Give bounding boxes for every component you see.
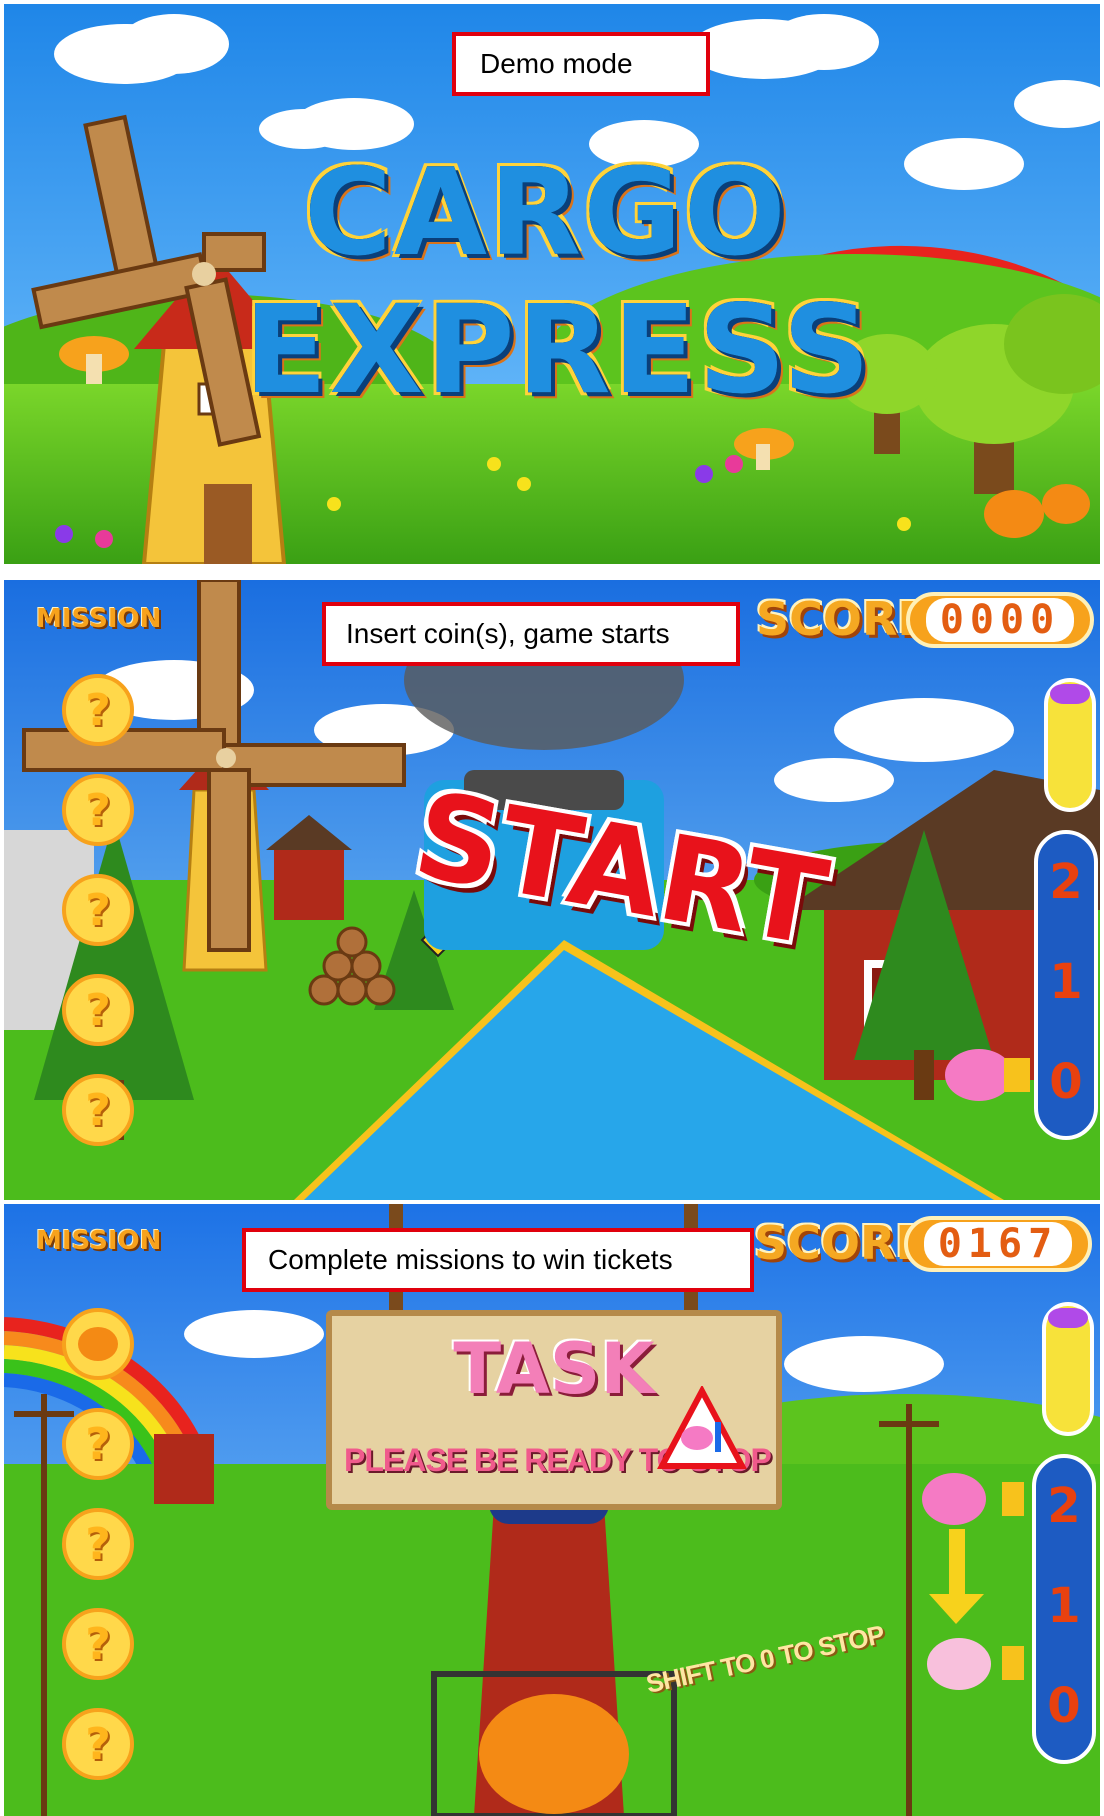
- gear-2: 2: [1047, 1478, 1081, 1534]
- mission-label: MISSION: [36, 604, 162, 634]
- power-meter-icon: [1044, 678, 1096, 812]
- question-mark-icon: ?: [85, 1084, 111, 1136]
- task-panel: MISSION ? ? ? ? SCORE 0167 TASK PLEASE B…: [4, 1204, 1100, 1816]
- power-meter-icon: [1042, 1302, 1094, 1436]
- task-scene-background: [4, 1204, 1100, 1816]
- question-mark-icon: ?: [85, 984, 111, 1036]
- gear-0: 0: [1049, 1054, 1083, 1110]
- gear-indicator: 2 1 0: [1032, 1454, 1096, 1764]
- question-mark-icon: ?: [85, 1618, 111, 1670]
- gear-0: 0: [1047, 1678, 1081, 1734]
- question-mark-icon: ?: [85, 884, 111, 936]
- game-logo-line2: EXPRESS: [244, 279, 873, 421]
- question-mark-icon: ?: [85, 684, 111, 736]
- mission-slot-2: ?: [57, 1403, 139, 1485]
- game-logo-line1: CARGO: [304, 144, 788, 283]
- score-value: 0167: [923, 1222, 1073, 1266]
- mission-slot-5: ?: [57, 1703, 139, 1785]
- caption-complete-missions: Complete missions to win tickets: [242, 1228, 754, 1292]
- gear-1: 1: [1049, 954, 1083, 1010]
- mission-slot-3: ?: [57, 1503, 139, 1585]
- mission-slot-1: ?: [57, 669, 139, 751]
- score-display: 0167: [904, 1216, 1092, 1272]
- mission-slot-2: ?: [57, 769, 139, 851]
- mission-slot-4: ?: [57, 1603, 139, 1685]
- gear-2: 2: [1049, 854, 1083, 910]
- caption-insert-coins: Insert coin(s), game starts: [322, 602, 740, 666]
- question-mark-icon: ?: [85, 1418, 111, 1470]
- pumpkin-icon: [78, 1327, 118, 1361]
- question-mark-icon: ?: [85, 1718, 111, 1770]
- demo-mode-panel: CARGO EXPRESS Demo mode: [4, 4, 1100, 564]
- score-label: SCORE: [754, 1216, 927, 1270]
- task-board: TASK PLEASE BE READY TO STOP: [326, 1310, 782, 1510]
- question-mark-icon: ?: [85, 1518, 111, 1570]
- start-panel: MISSION ? ? ? ? ? SCORE 0000 START 2 1 0…: [4, 580, 1100, 1200]
- caption-demo-mode: Demo mode: [452, 32, 710, 96]
- pumpkin-icon: [479, 1694, 629, 1814]
- mission-slot-3: ?: [57, 869, 139, 951]
- score-value: 0000: [925, 598, 1075, 642]
- barn-icon: [154, 1434, 214, 1504]
- mission-label: MISSION: [36, 1226, 162, 1256]
- score-display: 0000: [906, 592, 1094, 648]
- question-mark-icon: ?: [85, 784, 111, 836]
- gear-1: 1: [1047, 1578, 1081, 1634]
- lever-warning-icon: [657, 1386, 747, 1469]
- gear-indicator: 2 1 0: [1034, 830, 1098, 1140]
- mission-slot-4: ?: [57, 969, 139, 1051]
- score-label: SCORE: [756, 592, 929, 646]
- mission-slot-5: ?: [57, 1069, 139, 1151]
